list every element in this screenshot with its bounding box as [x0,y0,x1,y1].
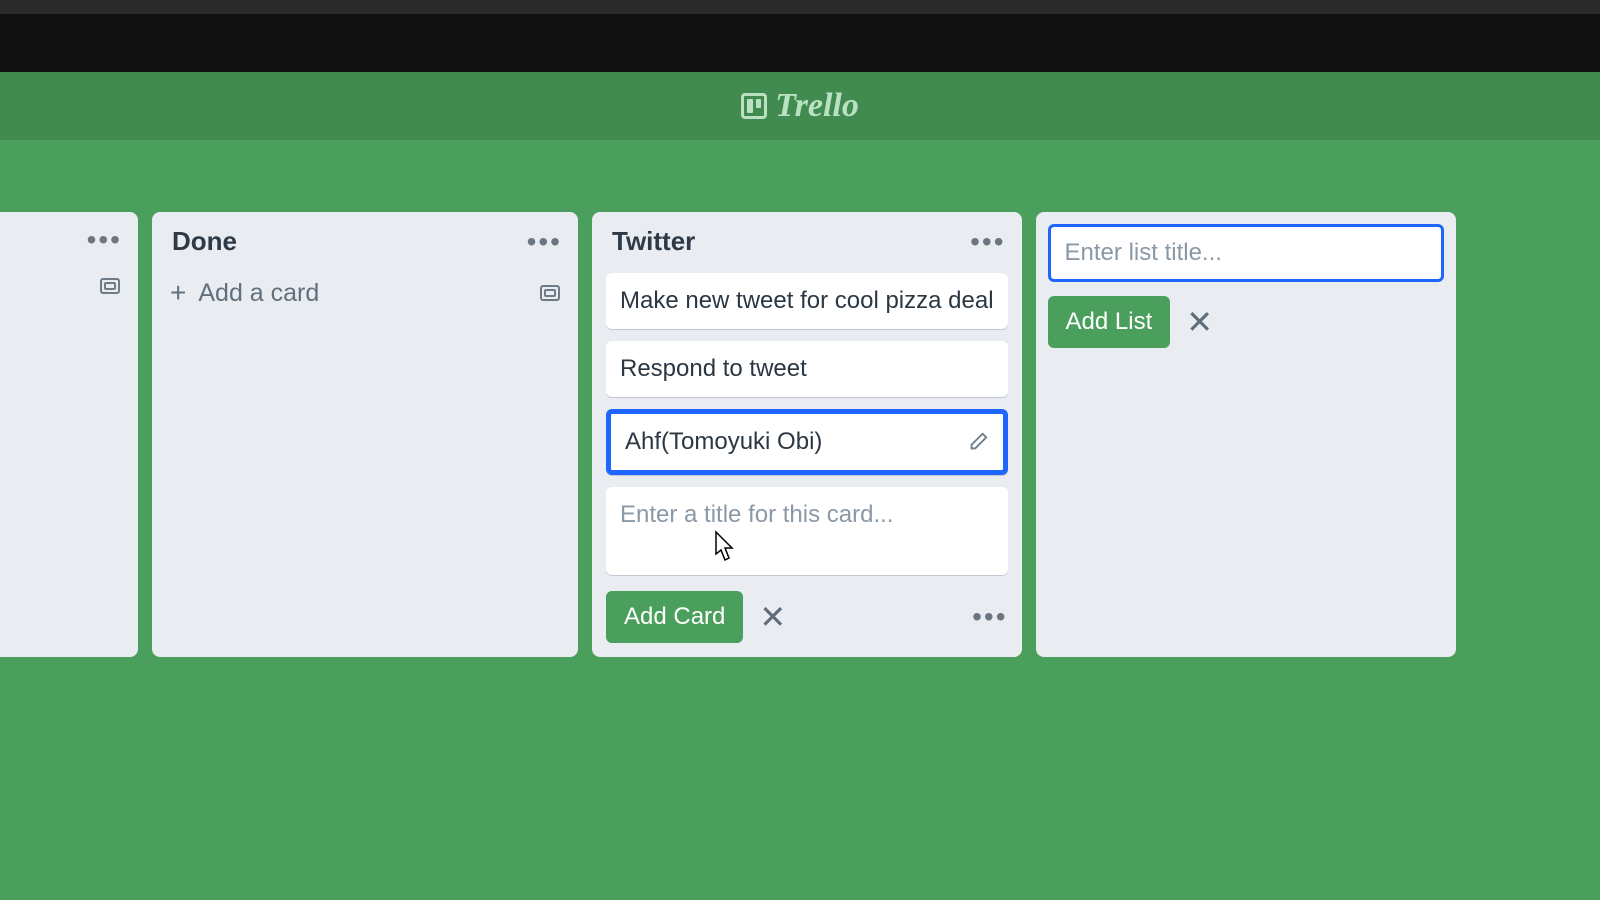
list-partial[interactable]: ••• [0,212,138,657]
trello-logo[interactable]: Trello [741,87,859,125]
add-card-row[interactable]: + Add a card [166,273,564,309]
card-composer[interactable]: Enter a title for this card... [606,487,1008,575]
list-menu-icon[interactable]: ••• [970,228,1005,256]
lists-row: ••• Done ••• + Add a card [0,212,1456,657]
card[interactable]: Respond to tweet [606,341,1008,397]
list-menu-icon[interactable]: ••• [527,228,562,256]
trello-logo-text: Trello [775,87,859,125]
list-header: Twitter ••• [606,226,1008,261]
list-footer [0,270,124,298]
list-title[interactable]: Done [172,226,237,257]
card-template-icon[interactable] [538,281,562,305]
browser-tab-strip [0,0,1600,14]
add-list-button[interactable]: Add List [1048,296,1171,348]
card-title: Ahf(Tomoyuki Obi) [625,428,822,456]
close-icon[interactable]: ✕ [759,598,786,636]
list-done[interactable]: Done ••• + Add a card [152,212,578,657]
list-menu-icon[interactable]: ••• [87,226,122,254]
plus-icon: + [170,277,186,309]
list-twitter[interactable]: Twitter ••• Make new tweet for cool pizz… [592,212,1022,657]
list-header: Done ••• [166,226,564,261]
list-header: ••• [0,226,124,258]
add-card-label: Add a card [198,279,319,308]
add-card-button[interactable]: Add Card [606,591,743,643]
add-list-actions: Add List ✕ [1048,296,1444,348]
card[interactable]: Make new tweet for cool pizza deal [606,273,1008,329]
card-highlighted[interactable]: Ahf(Tomoyuki Obi) [606,409,1008,475]
trello-logo-icon [741,93,767,119]
board: Trello ••• Done ••• [0,72,1600,900]
top-bar: Trello [0,72,1600,140]
list-title-input[interactable] [1048,224,1444,282]
browser-toolbar [0,14,1600,72]
card-template-icon[interactable] [98,274,122,298]
pencil-icon[interactable] [967,431,989,453]
add-list-composer[interactable]: Add List ✕ [1036,212,1456,657]
composer-menu-icon[interactable]: ••• [972,603,1007,631]
close-icon[interactable]: ✕ [1186,303,1213,341]
composer-actions: Add Card ✕ ••• [606,591,1008,643]
list-title[interactable]: Twitter [612,226,695,257]
